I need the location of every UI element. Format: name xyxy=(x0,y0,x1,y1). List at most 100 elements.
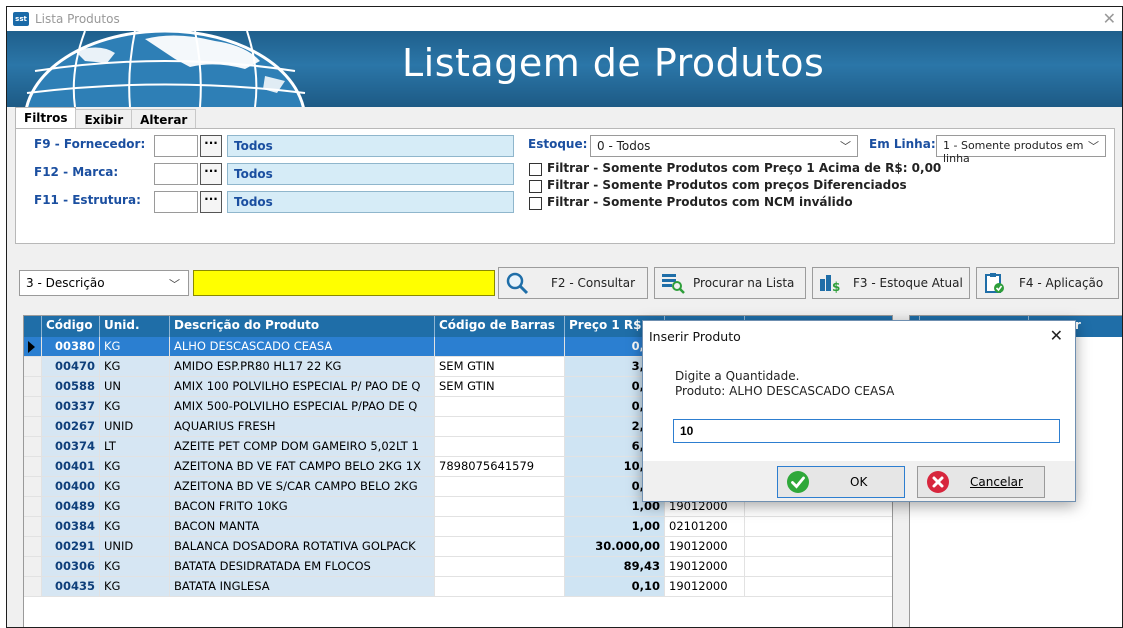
table-row[interactable]: 00291 UNID BALANCA DOSADORA ROTATIVA GOL… xyxy=(24,537,892,557)
cell-ncm: 02101200 xyxy=(665,517,745,536)
cell-barcode xyxy=(435,557,565,576)
table-row[interactable]: 00435 KG BATATA INGLESA 0,10 19012000 xyxy=(24,577,892,597)
globe-icon xyxy=(25,31,306,107)
window-close-icon[interactable]: ✕ xyxy=(1103,9,1116,28)
tab-bar: Filtros Exibir Alterar xyxy=(15,107,197,129)
table-row[interactable]: 00306 KG BATATA DESIDRATADA EM FLOCOS 89… xyxy=(24,557,892,577)
cell-desc: AMIX 500-POLVILHO ESPECIAL P/PAO DE Q xyxy=(170,397,435,416)
estrutura-code-input[interactable] xyxy=(154,191,198,213)
filter-ncm-label: Filtrar - Somente Produtos com NCM invál… xyxy=(547,195,853,209)
cell-barcode xyxy=(435,577,565,596)
cell-price: 89,43 xyxy=(565,557,665,576)
clipboard-check-icon xyxy=(983,272,1005,294)
ok-label: OK xyxy=(850,475,868,489)
cell-code: 00337 xyxy=(42,397,100,416)
cell-code: 00435 xyxy=(42,577,100,596)
cell-ncm: 19012000 xyxy=(665,577,745,596)
cell-unit: UN xyxy=(100,377,170,396)
filter-diff-price-label: Filtrar - Somente Produtos com preços Di… xyxy=(547,178,907,192)
search-icon xyxy=(505,271,529,295)
search-field-value: 3 - Descrição xyxy=(26,276,105,290)
row-indicator xyxy=(24,497,42,516)
cell-desc: AMIDO ESP.PR80 HL17 22 KG xyxy=(170,357,435,376)
cell-code: 00384 xyxy=(42,517,100,536)
cell-unit: UNID xyxy=(100,417,170,436)
cell-price: 0,10 xyxy=(565,577,665,596)
estoque-atual-button[interactable]: $ F3 - Estoque Atual xyxy=(812,267,970,299)
header-banner: Listagem de Produtos xyxy=(7,31,1122,107)
estoque-label: Estoque: xyxy=(528,137,588,151)
dialog-title-bar: Inserir Produto ✕ xyxy=(643,321,1075,351)
cell-desc: BACON MANTA xyxy=(170,517,435,536)
fornecedor-code-input[interactable] xyxy=(154,135,198,157)
tab-exibir[interactable]: Exibir xyxy=(75,109,133,129)
filter-diff-price-checkbox[interactable] xyxy=(529,180,542,193)
ok-button[interactable]: OK xyxy=(777,466,905,498)
filter-ncm-checkbox[interactable] xyxy=(529,197,542,210)
cell-barcode xyxy=(435,437,565,456)
cell-unit: KG xyxy=(100,397,170,416)
header-unid[interactable]: Unid. xyxy=(100,316,170,337)
estrutura-value: Todos xyxy=(227,191,514,213)
check-icon xyxy=(786,470,810,494)
cell-desc: BATATA INGLESA xyxy=(170,577,435,596)
cell-unit: KG xyxy=(100,337,170,356)
search-input[interactable] xyxy=(193,270,495,296)
close-icon[interactable]: ✕ xyxy=(1050,326,1063,345)
cancel-button[interactable]: Cancelar xyxy=(917,466,1045,498)
cell-unit: KG xyxy=(100,577,170,596)
estrutura-label: F11 - Estrutura: xyxy=(34,193,141,207)
header-codigo[interactable]: Código xyxy=(42,316,100,337)
filter-price-label: Filtrar - Somente Produtos com Preço 1 A… xyxy=(547,161,942,175)
cell-barcode: SEM GTIN xyxy=(435,377,565,396)
cell-unit: KG xyxy=(100,477,170,496)
estoque-select-value: 0 - Todos xyxy=(597,139,651,153)
row-indicator xyxy=(24,437,42,456)
marca-label: F12 - Marca: xyxy=(34,165,119,179)
row-indicator xyxy=(24,357,42,376)
quantity-input[interactable] xyxy=(673,419,1060,443)
estoque-select[interactable]: 0 - Todos ﹀ xyxy=(590,135,858,157)
fornecedor-lookup-button[interactable]: ··· xyxy=(200,135,222,157)
header-indicator xyxy=(24,316,42,337)
tab-alterar[interactable]: Alterar xyxy=(131,109,197,129)
aplicacao-button[interactable]: F4 - Aplicação xyxy=(976,267,1119,299)
row-indicator xyxy=(24,477,42,496)
cell-desc: BATATA DESIDRATADA EM FLOCOS xyxy=(170,557,435,576)
cell-barcode xyxy=(435,417,565,436)
window-title: Lista Produtos xyxy=(35,12,120,26)
cell-barcode: 7898075641579 xyxy=(435,457,565,476)
fornecedor-value: Todos xyxy=(227,135,514,157)
marca-code-input[interactable] xyxy=(154,163,198,185)
cell-unit: KG xyxy=(100,497,170,516)
procurar-lista-button[interactable]: Procurar na Lista xyxy=(654,267,806,299)
estrutura-lookup-button[interactable]: ··· xyxy=(200,191,222,213)
cell-desc: AZEITONA BD VE S/CAR CAMPO BELO 2KG xyxy=(170,477,435,496)
table-row[interactable]: 00384 KG BACON MANTA 1,00 02101200 xyxy=(24,517,892,537)
cell-code: 00267 xyxy=(42,417,100,436)
marca-lookup-button[interactable]: ··· xyxy=(200,163,222,185)
stock-icon: $ xyxy=(819,273,845,293)
header-codigo-barras[interactable]: Código de Barras xyxy=(435,316,565,337)
cell-desc: BALANCA DOSADORA ROTATIVA GOLPACK xyxy=(170,537,435,556)
cell-desc: AQUARIUS FRESH xyxy=(170,417,435,436)
chevron-down-icon: ﹀ xyxy=(840,140,851,153)
row-indicator xyxy=(24,457,42,476)
header-descricao[interactable]: Descrição do Produto xyxy=(170,316,435,337)
cell-unit: KG xyxy=(100,517,170,536)
cell-ncm: 19012000 xyxy=(665,557,745,576)
tab-filtros[interactable]: Filtros xyxy=(15,107,77,129)
svg-text:$: $ xyxy=(832,280,840,293)
app-logo-icon: sst xyxy=(13,12,29,26)
cell-desc: AZEITONA BD VE FAT CAMPO BELO 2KG 1X xyxy=(170,457,435,476)
search-field-select[interactable]: 3 - Descrição ﹀ xyxy=(19,270,189,296)
cell-code: 00401 xyxy=(42,457,100,476)
dialog-prompt: Digite a Quantidade. Produto: ALHO DESCA… xyxy=(675,369,894,399)
procurar-lista-label: Procurar na Lista xyxy=(693,276,795,290)
filter-price-checkbox[interactable] xyxy=(529,163,542,176)
em-linha-select[interactable]: 1 - Somente produtos em linha ﹀ xyxy=(936,135,1106,165)
cell-barcode xyxy=(435,337,565,356)
consultar-button[interactable]: F2 - Consultar xyxy=(498,267,648,299)
em-linha-select-value: 1 - Somente produtos em linha xyxy=(943,139,1084,165)
cell-price: 1,00 xyxy=(565,517,665,536)
